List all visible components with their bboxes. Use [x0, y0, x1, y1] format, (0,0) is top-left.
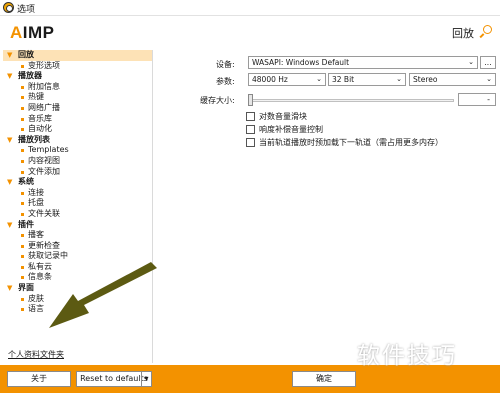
chevron-down-icon: ▼ — [7, 135, 13, 144]
tree-item-language[interactable]: 语言 — [3, 304, 152, 315]
aimp-logo: AIMP — [10, 23, 55, 43]
buffer-label: 缓存大小: — [200, 96, 235, 105]
bullet-icon — [21, 149, 24, 153]
device-label: 设备: — [216, 60, 235, 69]
chevron-down-icon: ⌄ — [396, 75, 402, 83]
tree-item[interactable]: 文件添加 — [3, 167, 152, 178]
tree-group: ▼ 插件 播客 更新检查 获取记录中 私有云 信息条 — [3, 220, 152, 284]
preload-label: 当前轨道播放时预加载下一轨道（需占用更多内存） — [259, 138, 443, 147]
dropdown-arrow-icon[interactable]: ▾ — [141, 372, 151, 386]
reset-defaults-button[interactable]: Reset to defaults ▾ — [76, 371, 152, 387]
tree-group: ▼ 回放 变形选项 — [3, 50, 152, 71]
tree-group-system[interactable]: ▼ 系统 — [3, 177, 152, 188]
tree-item[interactable]: 获取记录中 — [3, 251, 152, 262]
bullet-icon — [21, 159, 24, 163]
tree-item[interactable]: 信息条 — [3, 272, 152, 283]
chevron-down-icon: ⌄ — [486, 75, 492, 83]
bullet-icon — [21, 191, 24, 195]
bullet-icon — [21, 212, 24, 216]
tree-item[interactable]: 自动化 — [3, 124, 152, 135]
tree-item[interactable]: 变形选项 — [3, 61, 152, 72]
ok-button[interactable]: 确定 — [292, 371, 356, 387]
tree-group-player[interactable]: ▼ 播放器 — [3, 71, 152, 82]
tree-group: ▼ 界面 皮肤 语言 — [3, 283, 152, 315]
bullet-icon — [21, 202, 24, 206]
bullet-icon — [21, 96, 24, 100]
search-icon[interactable] — [483, 25, 492, 34]
header: AIMP 回放 — [0, 17, 500, 47]
bullet-icon — [21, 244, 24, 248]
tree-item[interactable]: 更新检查 — [3, 241, 152, 252]
channels-select[interactable]: Stereo ⌄ — [409, 73, 496, 86]
tree-item[interactable]: 播客 — [3, 230, 152, 241]
preload-checkbox[interactable] — [246, 138, 255, 147]
tree-group-plugins[interactable]: ▼ 插件 — [3, 220, 152, 231]
tree-item[interactable]: 附加信息 — [3, 82, 152, 93]
tree-group: ▼ 播放器 附加信息 热键 网络广播 音乐库 自动化 — [3, 71, 152, 135]
chevron-down-icon: ⌄ — [316, 75, 322, 83]
bullet-icon — [21, 85, 24, 89]
chevron-down-icon: ⌄ — [468, 58, 474, 66]
bullet-icon — [21, 308, 24, 312]
loudness-checkbox[interactable] — [246, 125, 255, 134]
window-title: 选项 — [17, 5, 36, 15]
chevron-down-icon: ▼ — [7, 220, 13, 229]
bullet-icon — [21, 128, 24, 132]
device-more-button[interactable]: ... — [480, 56, 496, 69]
log-volume-checkbox[interactable] — [246, 112, 255, 121]
buffer-slider-thumb[interactable] — [248, 94, 253, 106]
bullet-icon — [21, 64, 24, 68]
bullet-icon — [21, 255, 24, 259]
loudness-label: 响度补偿音量控制 — [259, 125, 323, 134]
tree-group-playback[interactable]: ▼ 回放 — [3, 50, 152, 61]
bullet-icon — [21, 106, 24, 110]
section-title: 回放 — [452, 27, 474, 40]
params-label: 参数: — [216, 77, 235, 86]
samplerate-select[interactable]: 48000 Hz ⌄ — [248, 73, 326, 86]
tree-item[interactable]: 热键 — [3, 92, 152, 103]
bullet-icon — [21, 117, 24, 121]
title-bar: 选项 — [0, 0, 500, 16]
chevron-down-icon: ▼ — [7, 72, 13, 81]
tree-group: ▼ 播放列表 Templates 内容视图 文件添加 — [3, 135, 152, 177]
tree-item[interactable]: 连接 — [3, 188, 152, 199]
tree-item[interactable]: 网络广播 — [3, 103, 152, 114]
tree-group-interface[interactable]: ▼ 界面 — [3, 283, 152, 294]
logo-text: IMP — [22, 23, 55, 42]
logo-mark: A — [10, 23, 23, 42]
buffer-slider-track[interactable] — [248, 99, 454, 102]
tree-item[interactable]: 托盘 — [3, 198, 152, 209]
bullet-icon — [21, 234, 24, 238]
device-select[interactable]: WASAPI: Windows Default ⌄ — [248, 56, 478, 69]
bullet-icon — [21, 276, 24, 280]
bitdepth-select[interactable]: 32 Bit ⌄ — [328, 73, 406, 86]
tree-item[interactable]: 皮肤 — [3, 294, 152, 305]
tree-item[interactable]: 内容视图 — [3, 156, 152, 167]
tree-item[interactable]: Templates — [3, 145, 152, 156]
tree-item[interactable]: 私有云 — [3, 262, 152, 273]
log-volume-label: 对数音量滑块 — [259, 112, 307, 121]
chevron-down-icon: ▼ — [7, 284, 13, 293]
profile-folder-link[interactable]: 个人资料文件夹 — [8, 349, 64, 360]
tree-group-playlist[interactable]: ▼ 播放列表 — [3, 135, 152, 146]
bullet-icon — [21, 170, 24, 174]
about-button[interactable]: 关于 — [7, 371, 71, 387]
settings-tree: ▼ 回放 变形选项 ▼ 播放器 附加信息 热键 网络广播 音乐库 自动化 ▼ 播放列表… — [3, 50, 153, 363]
bullet-icon — [21, 297, 24, 301]
playback-settings-panel: 设备: WASAPI: Windows Default ⌄ ... 参数: 480… — [160, 50, 498, 363]
tree-item[interactable]: 文件关联 — [3, 209, 152, 220]
chevron-down-icon: ▼ — [7, 51, 13, 59]
watermark-text: 软件技巧 — [357, 343, 457, 369]
aimp-app-icon — [3, 2, 14, 13]
buffer-value[interactable]: - — [458, 93, 496, 106]
tree-group: ▼ 系统 连接 托盘 文件关联 — [3, 177, 152, 219]
chevron-down-icon: ▼ — [7, 178, 13, 187]
tree-item[interactable]: 音乐库 — [3, 114, 152, 125]
bullet-icon — [21, 265, 24, 269]
